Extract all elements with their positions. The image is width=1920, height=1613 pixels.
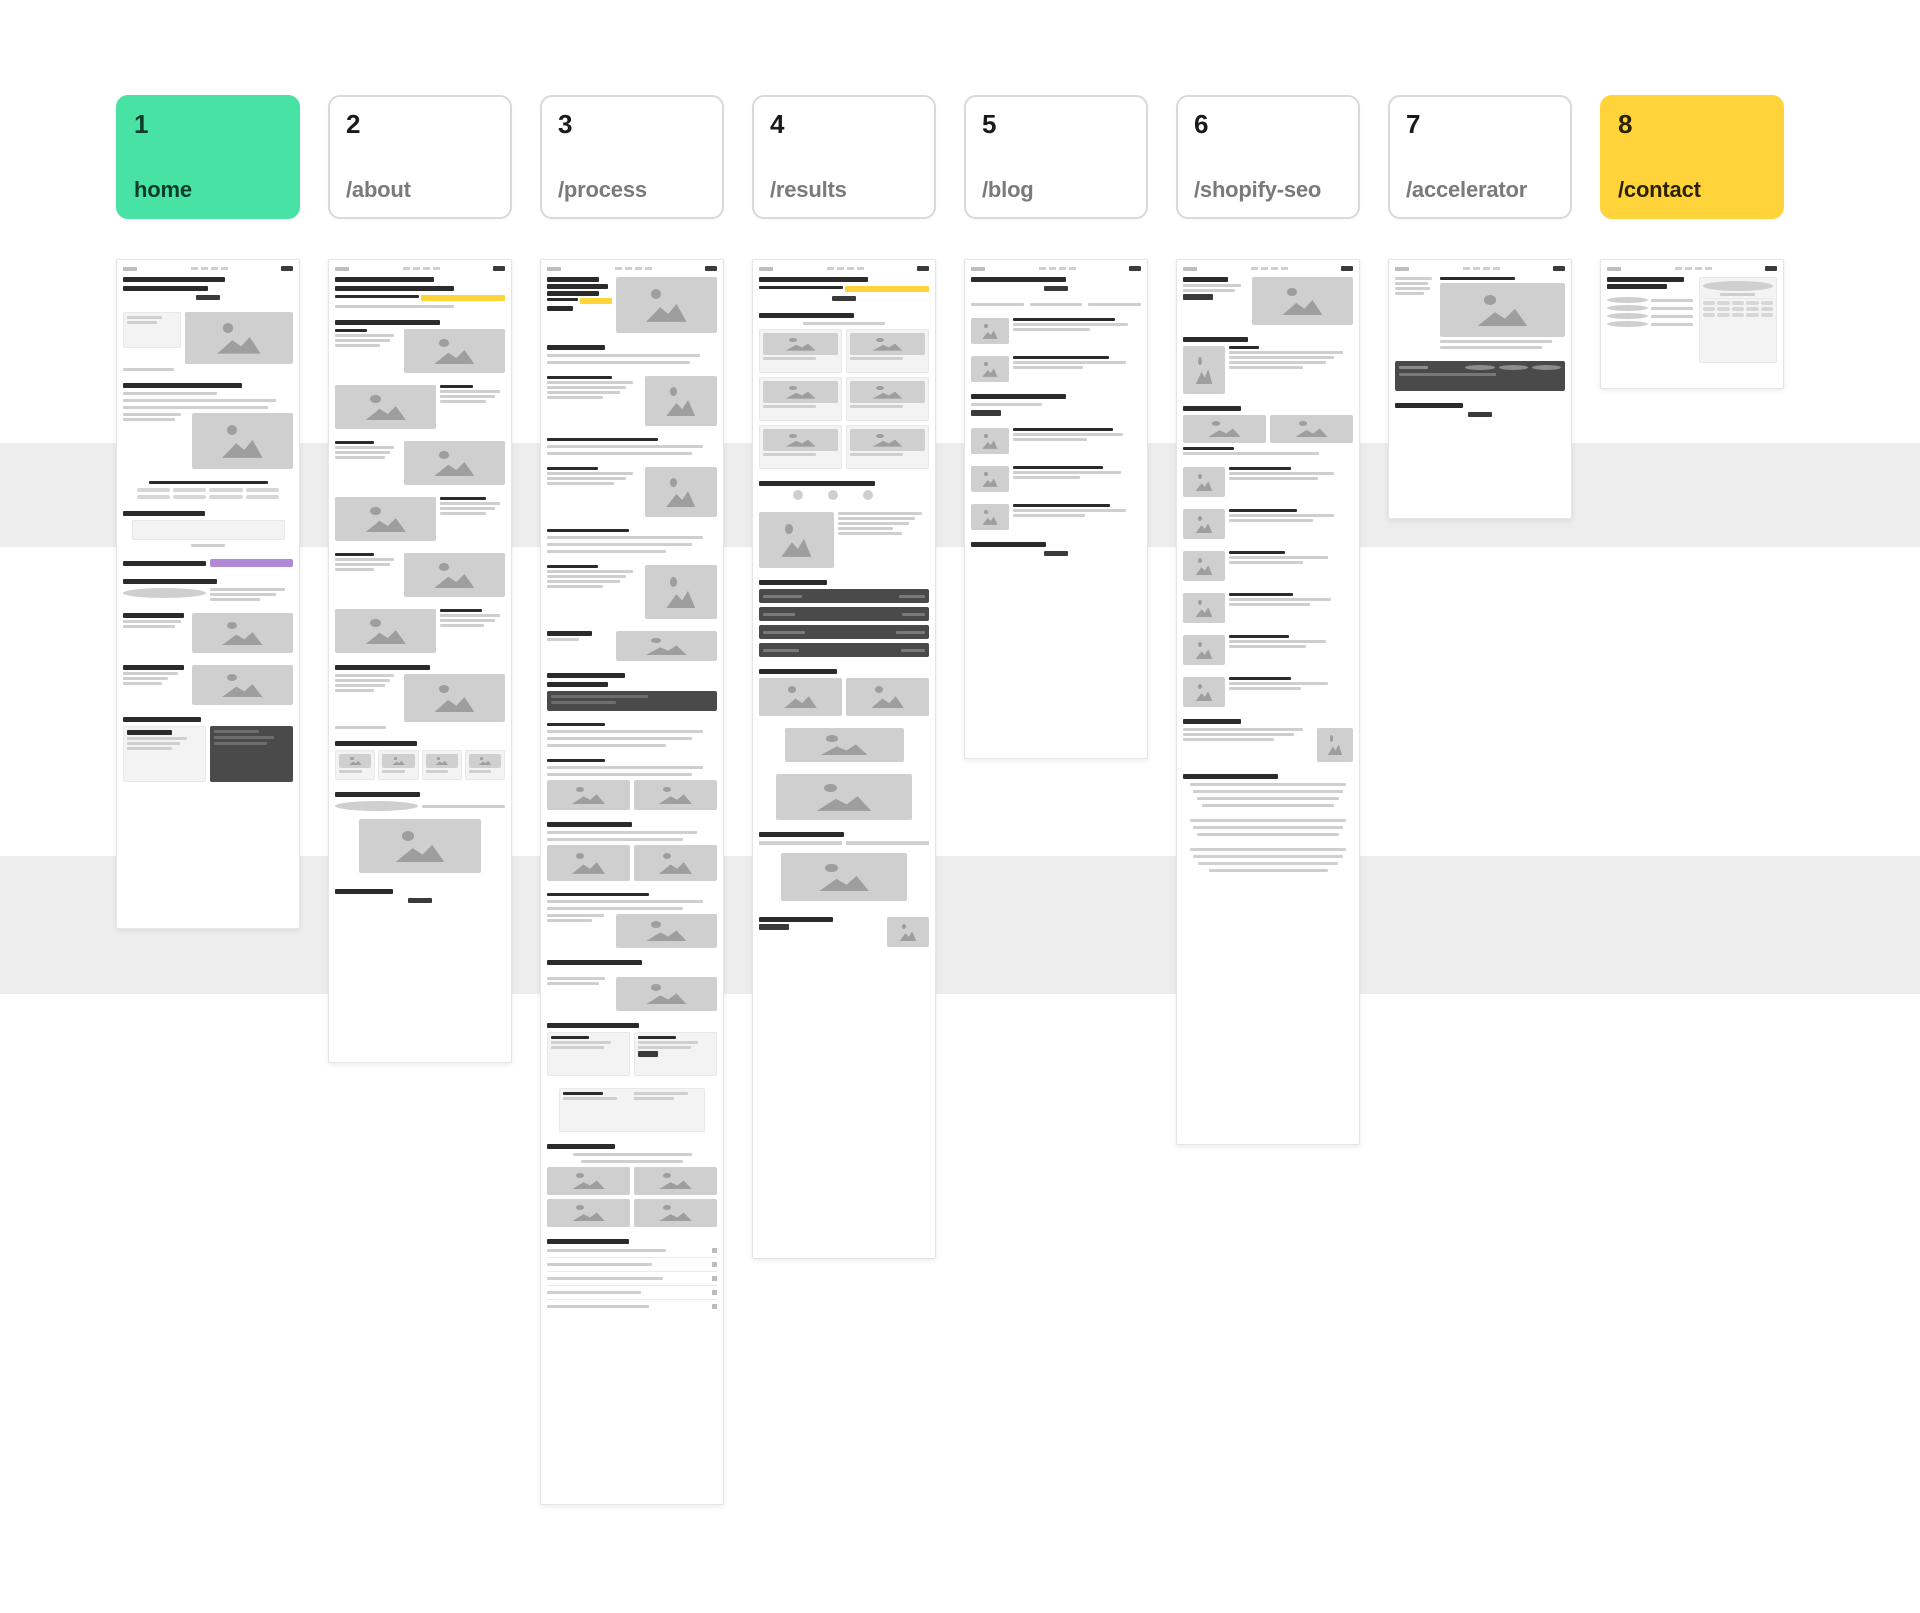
page-number: 2 bbox=[346, 109, 494, 140]
page-card-about[interactable]: 2 /about bbox=[328, 95, 512, 219]
page-number: 3 bbox=[558, 109, 706, 140]
page-label: /accelerator bbox=[1406, 177, 1554, 203]
page-card-results[interactable]: 4 /results bbox=[752, 95, 936, 219]
sitemap-grid: 1 home bbox=[0, 0, 1920, 1505]
page-card-accelerator[interactable]: 7 /accelerator bbox=[1388, 95, 1572, 219]
page-number: 5 bbox=[982, 109, 1130, 140]
page-card-shopify-seo[interactable]: 6 /shopify-seo bbox=[1176, 95, 1360, 219]
page-card-home[interactable]: 1 home bbox=[116, 95, 300, 219]
wireframe-thumb-blog[interactable] bbox=[964, 259, 1148, 759]
sitemap-column-accelerator: 7 /accelerator bbox=[1388, 95, 1572, 519]
page-label: /process bbox=[558, 177, 706, 203]
wf-image bbox=[192, 665, 293, 705]
page-label: /shopify-seo bbox=[1194, 177, 1342, 203]
page-number: 6 bbox=[1194, 109, 1342, 140]
wireframe-thumb-results[interactable] bbox=[752, 259, 936, 1259]
wf-logo bbox=[123, 267, 137, 271]
wireframe-thumb-process[interactable] bbox=[540, 259, 724, 1505]
page-label: /results bbox=[770, 177, 918, 203]
wf-dark-panel bbox=[210, 726, 293, 782]
sitemap-column-about: 2 /about bbox=[328, 95, 512, 1063]
sitemap-column-contact: 8 /contact bbox=[1600, 95, 1784, 389]
page-number: 1 bbox=[134, 109, 282, 140]
page-card-contact[interactable]: 8 /contact bbox=[1600, 95, 1784, 219]
page-label: /about bbox=[346, 177, 494, 203]
wf-cta-button bbox=[196, 295, 220, 300]
sitemap-column-home: 1 home bbox=[116, 95, 300, 929]
wireframe-thumb-contact[interactable] bbox=[1600, 259, 1784, 389]
wf-nav-button bbox=[281, 266, 293, 271]
page-card-blog[interactable]: 5 /blog bbox=[964, 95, 1148, 219]
page-number: 8 bbox=[1618, 109, 1766, 140]
wf-highlight bbox=[845, 286, 929, 292]
wf-image bbox=[185, 312, 293, 364]
page-label: /contact bbox=[1618, 177, 1766, 203]
wf-avatar bbox=[123, 588, 206, 598]
sitemap-column-process: 3 /process bbox=[540, 95, 724, 1505]
wf-image bbox=[192, 413, 293, 469]
page-number: 4 bbox=[770, 109, 918, 140]
wireframe-thumb-shopify-seo[interactable] bbox=[1176, 259, 1360, 1145]
sitemap-column-shopify-seo: 6 /shopify-seo bbox=[1176, 95, 1360, 1145]
sitemap-column-results: 4 /results bbox=[752, 95, 936, 1259]
wf-highlight bbox=[421, 295, 505, 301]
wf-badge bbox=[210, 559, 293, 567]
wf-highlight bbox=[580, 298, 611, 304]
wf-image bbox=[192, 613, 293, 653]
wireframe-thumb-about[interactable] bbox=[328, 259, 512, 1063]
page-card-process[interactable]: 3 /process bbox=[540, 95, 724, 219]
sitemap-column-blog: 5 /blog bbox=[964, 95, 1148, 759]
page-label: home bbox=[134, 177, 282, 203]
wf-calendar bbox=[1699, 277, 1777, 363]
wf-heading bbox=[123, 277, 225, 282]
page-label: /blog bbox=[982, 177, 1130, 203]
wireframe-thumb-home[interactable] bbox=[116, 259, 300, 929]
wireframe-thumb-accelerator[interactable] bbox=[1388, 259, 1572, 519]
wf-nav bbox=[123, 266, 293, 271]
page-number: 7 bbox=[1406, 109, 1554, 140]
